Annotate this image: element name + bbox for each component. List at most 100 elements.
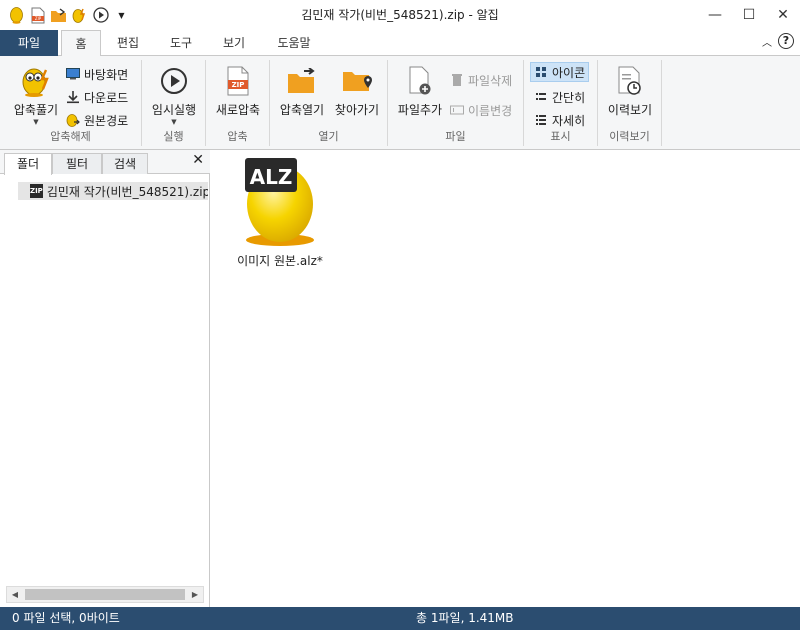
- group-compress-label: 압축: [227, 130, 248, 143]
- extract-to-desktop-label: 바탕화면: [84, 67, 129, 82]
- group-view: 아이콘 간단히 자세히 표시: [524, 60, 598, 146]
- list-icon: [534, 90, 548, 104]
- open-archive-button[interactable]: 압축열기: [276, 64, 328, 118]
- app-egg-icon[interactable]: [8, 6, 25, 24]
- extract-to-downloads-label: 다운로드: [84, 90, 129, 105]
- original-path-icon: [66, 113, 80, 127]
- extract-button[interactable]: 압축풀기 ▼: [8, 64, 64, 126]
- add-file-icon: [403, 64, 437, 98]
- left-panel-tabs: 폴더 필터 검색 ✕: [0, 150, 210, 175]
- extract-to-downloads-button[interactable]: 다운로드: [66, 87, 128, 107]
- tab-view[interactable]: 보기: [214, 30, 254, 56]
- history-button[interactable]: 이력보기: [602, 64, 658, 118]
- ribbon: 압축풀기 ▼ 바탕화면 다운로드 원본경로 압축해제 임시실행 ▼ 실행 ZIP…: [0, 56, 800, 150]
- tree-item-label: 김민재 작가(비번_548521).zip: [46, 184, 208, 199]
- group-run: 임시실행 ▼ 실행: [142, 60, 206, 146]
- minimize-button[interactable]: —: [698, 0, 732, 30]
- tab-search[interactable]: 검색: [102, 153, 148, 174]
- history-label: 이력보기: [607, 103, 653, 117]
- view-detail-button[interactable]: 자세히: [534, 110, 585, 130]
- history-clock-icon: [613, 64, 647, 98]
- detail-list-icon: [534, 113, 548, 127]
- collapse-ribbon-icon[interactable]: ︿: [762, 34, 772, 49]
- group-file-label: 파일: [445, 130, 466, 143]
- delete-file-button[interactable]: 파일삭제: [450, 70, 512, 90]
- open-folder-arrow-icon: [285, 64, 319, 98]
- status-bar: 0 파일 선택, 0바이트 총 1파일, 1.41MB: [0, 607, 800, 630]
- view-icon-button[interactable]: 아이콘: [530, 62, 590, 82]
- new-zip-icon[interactable]: ZIP: [29, 7, 46, 24]
- svg-text:ALZ: ALZ: [250, 165, 293, 189]
- scroll-thumb[interactable]: [25, 589, 185, 600]
- tab-home[interactable]: 홈: [61, 30, 101, 57]
- new-archive-label: 새로압축: [215, 103, 261, 117]
- maximize-button[interactable]: ☐: [732, 0, 766, 30]
- ribbon-right-controls: ︿ ?: [762, 33, 794, 49]
- new-archive-button[interactable]: ZIP 새로압축: [210, 64, 266, 118]
- rename-button[interactable]: 이름변경: [450, 100, 512, 120]
- view-simple-button[interactable]: 간단히: [534, 87, 585, 107]
- extract-dropdown-icon[interactable]: ▼: [33, 118, 38, 126]
- scroll-left-icon[interactable]: ◀: [7, 590, 23, 599]
- extract-to-original-label: 원본경로: [84, 113, 129, 128]
- add-file-button[interactable]: 파일추가: [392, 64, 448, 118]
- extract-egg-icon: [19, 64, 53, 98]
- temp-run-button[interactable]: 임시실행 ▼: [146, 64, 202, 126]
- delete-file-label: 파일삭제: [468, 73, 513, 88]
- extract-button-label: 압축풀기: [13, 103, 59, 117]
- ribbon-tabs: 파일 홈 편집 도구 보기 도움말 ︿ ?: [0, 30, 800, 57]
- play-icon[interactable]: [92, 7, 109, 24]
- temp-run-dropdown-icon[interactable]: ▼: [171, 118, 176, 126]
- add-file-label: 파일추가: [397, 103, 443, 117]
- close-button[interactable]: ✕: [766, 0, 800, 30]
- group-file: 파일추가 파일삭제 이름변경 파일: [388, 60, 524, 146]
- trash-icon: [450, 73, 464, 87]
- extract-icon[interactable]: [71, 7, 88, 24]
- rename-icon: [450, 103, 464, 117]
- selection-status: 0 파일 선택, 0바이트: [12, 611, 120, 625]
- extract-to-original-button[interactable]: 원본경로: [66, 110, 128, 130]
- group-open-label: 열기: [318, 130, 339, 143]
- group-history: 이력보기 이력보기: [598, 60, 662, 146]
- svg-text:ZIP: ZIP: [232, 81, 245, 89]
- archive-summary: 총 1파일, 1.41MB: [416, 611, 514, 625]
- tab-edit[interactable]: 편집: [108, 30, 148, 56]
- file-name: 이미지 원본.alz*: [237, 254, 323, 268]
- open-folder-icon[interactable]: [50, 7, 67, 24]
- customize-dropdown-icon[interactable]: ▼: [113, 7, 130, 24]
- folder-pin-icon: [340, 64, 374, 98]
- group-history-label: 이력보기: [609, 130, 650, 143]
- zip-file-icon: ZIP: [221, 64, 255, 98]
- group-compress: ZIP 새로압축 압축: [206, 60, 270, 146]
- tab-file[interactable]: 파일: [0, 30, 58, 56]
- download-icon: [66, 90, 80, 104]
- help-icon[interactable]: ?: [778, 33, 794, 49]
- group-run-label: 실행: [163, 130, 184, 143]
- alz-egg-icon: ALZ: [235, 154, 325, 246]
- tab-filter[interactable]: 필터: [52, 153, 102, 174]
- tab-help[interactable]: 도움말: [272, 30, 316, 56]
- close-panel-icon[interactable]: ✕: [192, 152, 204, 168]
- group-extract: 압축풀기 ▼ 바탕화면 다운로드 원본경로 압축해제: [0, 60, 142, 146]
- tab-folder[interactable]: 폴더: [4, 153, 52, 175]
- svg-text:ZIP: ZIP: [34, 16, 41, 21]
- play-circle-icon: [157, 64, 191, 98]
- tree-item-archive[interactable]: ZIP 김민재 작가(비번_548521).zip: [18, 182, 208, 200]
- rename-label: 이름변경: [468, 103, 513, 118]
- file-item[interactable]: ALZ 이미지 원본.alz*: [229, 154, 331, 269]
- scroll-right-icon[interactable]: ▶: [187, 590, 203, 599]
- find-location-button[interactable]: 찾아가기: [330, 64, 384, 118]
- tab-tools[interactable]: 도구: [161, 30, 201, 56]
- extract-to-desktop-button[interactable]: 바탕화면: [66, 64, 128, 84]
- find-location-label: 찾아가기: [334, 103, 380, 117]
- quick-access-toolbar: ZIP ▼: [0, 0, 130, 30]
- window-controls: — ☐ ✕: [698, 0, 800, 30]
- view-simple-label: 간단히: [552, 90, 586, 105]
- group-extract-label: 압축해제: [50, 130, 91, 143]
- open-archive-label: 압축열기: [279, 103, 325, 117]
- horizontal-scrollbar[interactable]: ◀ ▶: [6, 586, 204, 603]
- view-detail-label: 자세히: [552, 113, 586, 128]
- file-list-area: ALZ 이미지 원본.alz*: [211, 150, 800, 607]
- temp-run-label: 임시실행: [151, 103, 197, 117]
- grid-icon: [534, 65, 548, 79]
